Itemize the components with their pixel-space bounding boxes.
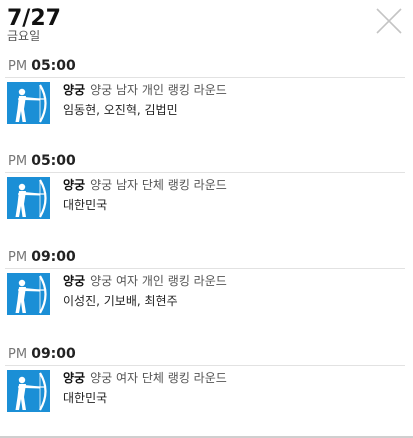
- event-sport: 양궁: [63, 371, 86, 385]
- event-athletes: 대한민국: [63, 391, 108, 405]
- close-icon[interactable]: [374, 6, 404, 36]
- archery-pictogram-icon: [7, 273, 50, 315]
- archery-pictogram-icon: [7, 177, 50, 219]
- session-ampm: PM: [8, 347, 28, 362]
- session-ampm: PM: [8, 250, 28, 265]
- archery-pictogram-icon: [7, 82, 50, 124]
- session-divider: [5, 268, 405, 269]
- event-title: 양궁 양궁 여자 개인 랭킹 라운드: [63, 273, 227, 289]
- session-clock: 09:00: [31, 249, 76, 265]
- event-sport: 양궁: [63, 83, 86, 97]
- archery-pictogram-icon: [7, 370, 50, 412]
- session-time: PM 09:00: [8, 346, 76, 363]
- session-ampm: PM: [8, 154, 28, 169]
- session-clock: 05:00: [31, 153, 76, 169]
- session-time: PM 05:00: [8, 153, 76, 170]
- session-time: PM 05:00: [8, 58, 76, 75]
- event-title: 양궁 양궁 여자 단체 랭킹 라운드: [63, 370, 227, 386]
- session-ampm: PM: [8, 59, 28, 74]
- event-row[interactable]: 양궁 양궁 여자 개인 랭킹 라운드 이성진, 기보배, 최현주: [0, 273, 413, 321]
- event-row[interactable]: 양궁 양궁 여자 단체 랭킹 라운드 대한민국: [0, 370, 413, 418]
- session-time: PM 09:00: [8, 249, 76, 266]
- event-row[interactable]: 양궁 양궁 남자 개인 랭킹 라운드 임동현, 오진혁, 김법민: [0, 82, 413, 130]
- event-name: 양궁 남자 개인 랭킹 라운드: [90, 83, 227, 97]
- event-name: 양궁 여자 개인 랭킹 라운드: [90, 274, 227, 288]
- event-athletes: 임동현, 오진혁, 김법민: [63, 103, 178, 117]
- session-clock: 09:00: [31, 346, 76, 362]
- schedule-panel: 7/27 금요일 PM 05:00 양궁 양궁 남자 개인 랭킹 라운드 임동현…: [0, 0, 413, 438]
- event-sport: 양궁: [63, 274, 86, 288]
- schedule-weekday: 금요일: [7, 29, 41, 43]
- session-clock: 05:00: [31, 58, 76, 74]
- event-sport: 양궁: [63, 178, 86, 192]
- session-divider: [5, 77, 405, 78]
- session-divider: [5, 172, 405, 173]
- event-athletes: 이성진, 기보배, 최현주: [63, 294, 178, 308]
- event-athletes: 대한민국: [63, 198, 108, 212]
- event-row[interactable]: 양궁 양궁 남자 단체 랭킹 라운드 대한민국: [0, 177, 413, 225]
- schedule-date: 7/27: [7, 6, 61, 31]
- event-name: 양궁 여자 단체 랭킹 라운드: [90, 371, 227, 385]
- event-title: 양궁 양궁 남자 개인 랭킹 라운드: [63, 82, 227, 98]
- session-divider: [5, 365, 405, 366]
- event-name: 양궁 남자 단체 랭킹 라운드: [90, 178, 227, 192]
- event-title: 양궁 양궁 남자 단체 랭킹 라운드: [63, 177, 227, 193]
